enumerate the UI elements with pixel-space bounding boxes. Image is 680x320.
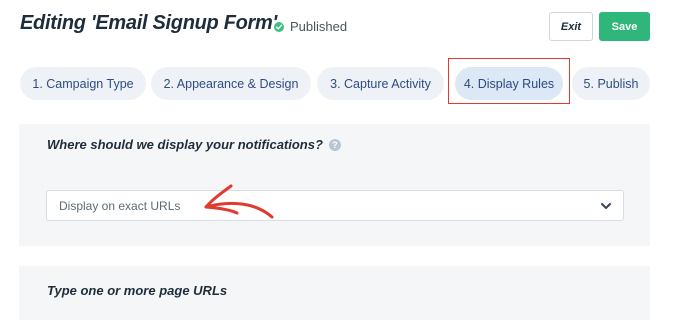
status-text: Published [290,19,348,34]
display-question: Where should we display your notificatio… [47,137,341,152]
save-button[interactable]: Save [599,12,650,41]
question-circle-icon[interactable]: ? [328,138,341,151]
tab-publish[interactable]: 5. Publish [572,67,650,100]
display-rule-value: Display on exact URLs [59,198,181,213]
page-urls-section: Type one or more page URLs [19,266,650,320]
tab-campaign-type[interactable]: 1. Campaign Type [20,67,146,100]
check-circle-icon [274,21,284,32]
tab-appearance-design[interactable]: 2. Appearance & Design [151,67,311,100]
exit-button[interactable]: Exit [549,12,593,41]
publish-status: Published [274,19,347,34]
display-question-label: Where should we display your notificatio… [47,137,323,152]
page-title: Editing 'Email Signup Form' [20,12,277,34]
display-rule-select[interactable]: Display on exact URLs [46,190,624,221]
display-location-section: Where should we display your notificatio… [19,124,650,246]
page-urls-label: Type one or more page URLs [47,283,228,298]
tab-capture-activity[interactable]: 3. Capture Activity [317,67,444,100]
chevron-down-icon [599,199,613,213]
tab-display-rules[interactable]: 4. Display Rules [455,67,563,100]
